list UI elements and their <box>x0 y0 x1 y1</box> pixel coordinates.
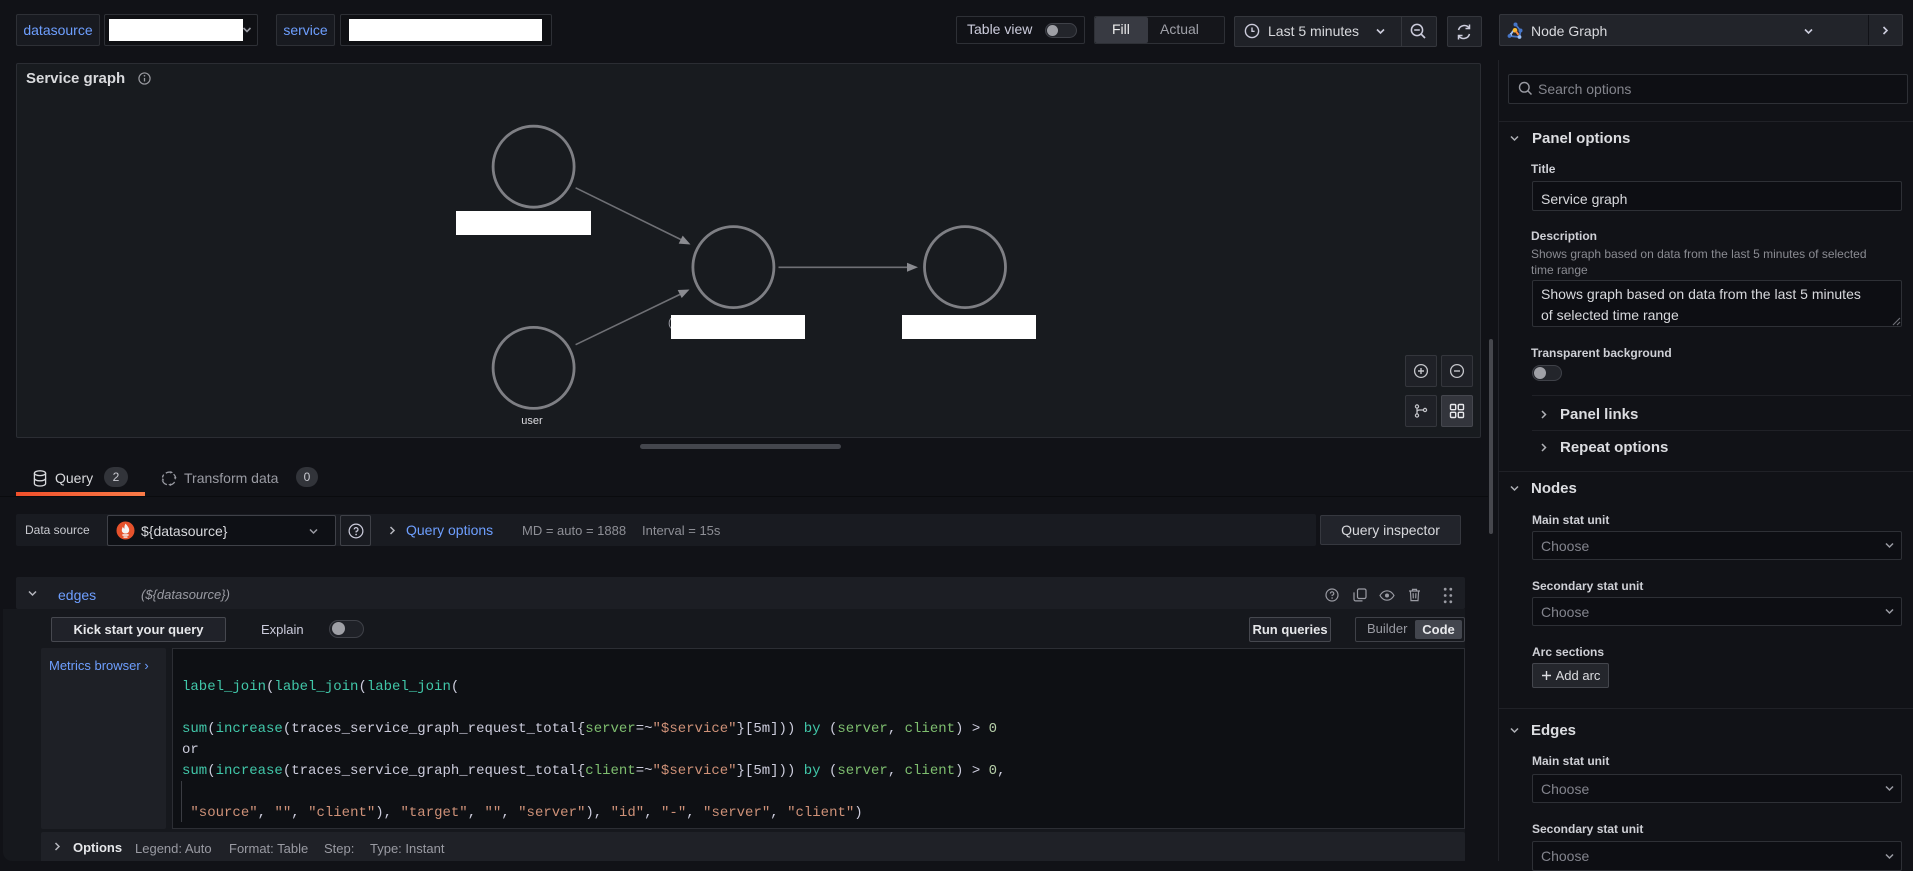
svg-text:user: user <box>521 415 543 427</box>
